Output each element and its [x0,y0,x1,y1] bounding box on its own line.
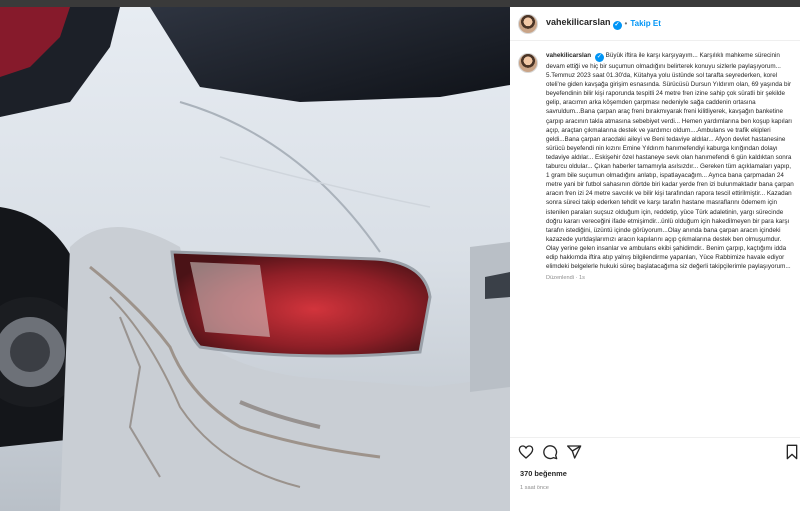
comment-icon[interactable] [542,444,558,460]
action-bar [518,444,800,462]
car-photo-illustration [0,7,510,511]
heart-icon[interactable] [518,444,534,460]
post-details-panel: vahekilicarslan ✓ • Takip Et vahekilicars… [510,7,800,511]
send-icon[interactable] [566,444,582,460]
post-header: vahekilicarslan ✓ • Takip Et [510,7,800,41]
verified-badge-icon: ✓ [612,21,622,30]
caption-block: vahekilicarslan ✓ Büyük iftira ile karşı… [518,51,794,433]
likes-count[interactable]: 370 beğenme [520,469,567,478]
header-username-text[interactable]: vahekilicarslan [546,17,611,27]
header-avatar[interactable] [518,13,538,34]
header-separator: • [624,19,628,28]
header-username[interactable]: vahekilicarslan ✓ [546,17,622,30]
window-top-strip [0,0,800,7]
caption-username[interactable]: vahekilicarslan [546,52,591,59]
caption-body: vahekilicarslan ✓ Büyük iftira ile karşı… [546,51,794,433]
caption-content: Büyük iftira ile karşı karşıyayım... Kar… [546,52,794,271]
caption-verified-badge-icon: ✓ [594,53,604,62]
follow-button[interactable]: Takip Et [630,19,661,28]
caption-text: vahekilicarslan ✓ Büyük iftira ile karşı… [546,51,794,271]
post-timestamp: 1 saat önce [520,485,549,491]
post-photo[interactable] [0,7,510,511]
edited-label: Düzenlendi · 1s [546,275,585,282]
actions-divider [510,437,800,438]
caption-avatar[interactable] [518,53,538,73]
bookmark-icon[interactable] [784,444,800,460]
